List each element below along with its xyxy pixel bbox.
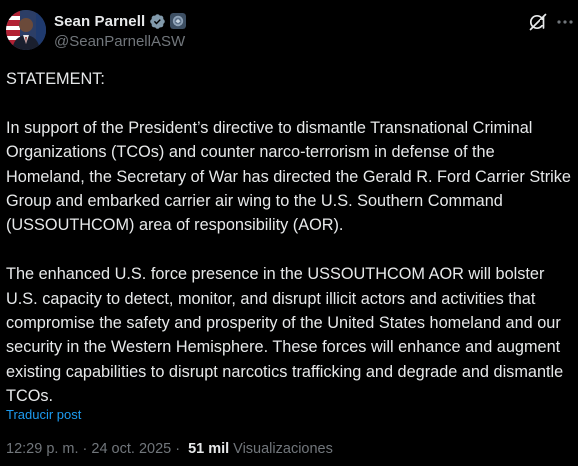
post-paragraph: STATEMENT: <box>6 70 105 88</box>
translate-post-link[interactable]: Traducir post <box>6 407 81 422</box>
post-paragraph: The enhanced U.S. force presence in the … <box>6 265 564 406</box>
author-display-name[interactable]: Sean Parnell <box>54 13 145 30</box>
views-label: Visualizaciones <box>233 441 333 457</box>
post-date[interactable]: 24 oct. 2025 <box>91 441 171 457</box>
avatar[interactable] <box>6 10 46 50</box>
post-paragraph: In support of the President’s directive … <box>6 118 571 235</box>
meta-separator: · <box>175 441 181 457</box>
post-metadata: 12:29 p. m. · 24 oct. 2025 · 51 mil Visu… <box>6 441 333 457</box>
government-affiliation-badge-icon[interactable] <box>170 13 187 29</box>
meta-separator: · <box>82 441 88 457</box>
views-count: 51 mil <box>188 441 230 457</box>
author-handle[interactable]: @SeanParnellASW <box>54 33 185 50</box>
person-avatar-icon <box>6 10 46 50</box>
grok-icon[interactable] <box>528 12 548 32</box>
post-container: Sean Parnell @SeanParnellASW STATEMENT: … <box>0 0 578 466</box>
post-body: STATEMENT: In support of the President’s… <box>6 67 574 409</box>
verified-badge-icon[interactable] <box>149 13 166 30</box>
post-time[interactable]: 12:29 p. m. <box>6 441 79 457</box>
author-name-row: Sean Parnell <box>54 11 187 31</box>
more-options-icon[interactable] <box>556 12 574 32</box>
